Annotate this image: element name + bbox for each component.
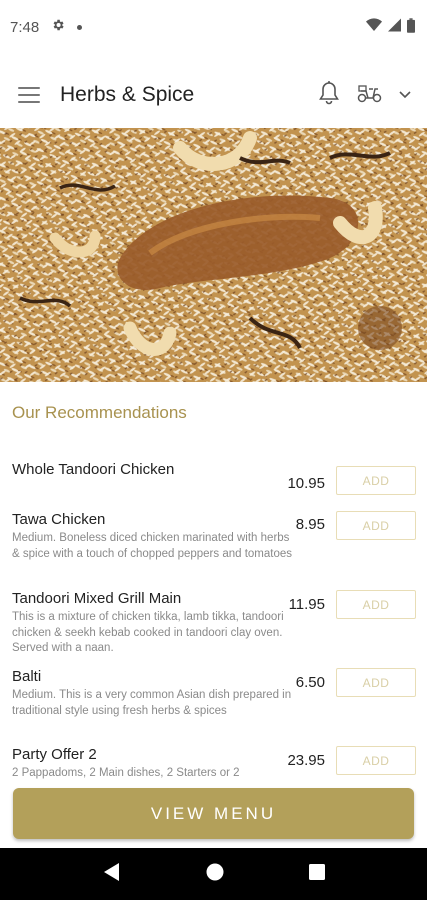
signal-icon — [388, 18, 401, 36]
item-name: Party Offer 2 — [12, 746, 97, 763]
wifi-icon — [366, 18, 382, 36]
delivery-scooter-icon[interactable] — [357, 82, 383, 109]
item-price: 10.95 — [287, 475, 325, 492]
item-description: Medium. This is a very common Asian dish… — [12, 689, 292, 717]
item-name: Whole Tandoori Chicken — [12, 461, 175, 478]
chevron-down-icon[interactable] — [399, 86, 411, 104]
item-price: 23.95 — [287, 752, 325, 769]
notification-dot-icon — [77, 24, 83, 30]
item-description: Medium. Boneless diced chicken marinated… — [12, 532, 293, 560]
system-nav-bar — [0, 848, 427, 900]
page-title: Herbs & Spice — [60, 83, 195, 106]
add-button[interactable]: ADD — [336, 466, 416, 495]
item-name: Tawa Chicken — [12, 511, 106, 528]
status-time: 7:48 — [10, 18, 40, 36]
app-bar-actions — [317, 80, 411, 111]
item-description: This is a mixture of chicken tikka, lamb… — [12, 611, 284, 654]
item-price: 6.50 — [295, 674, 325, 691]
status-left: 7:48 — [10, 18, 83, 36]
recents-icon[interactable] — [308, 863, 325, 885]
status-right — [366, 17, 415, 37]
view-menu-button[interactable]: VIEW MENU — [13, 788, 414, 839]
biryani-photo — [0, 128, 427, 382]
battery-icon — [407, 17, 415, 37]
add-button[interactable]: ADD — [336, 668, 416, 697]
add-button[interactable]: ADD — [336, 590, 416, 619]
hero-image — [0, 128, 427, 382]
add-button[interactable]: ADD — [336, 746, 416, 775]
item-description: 2 Pappadoms, 2 Main dishes, 2 Starters o… — [12, 767, 240, 779]
item-name: Balti — [12, 668, 42, 685]
home-icon[interactable] — [206, 863, 224, 886]
gear-icon — [51, 18, 65, 36]
app-bar: Herbs & Spice — [0, 62, 427, 128]
section-title: Our Recommendations — [12, 403, 187, 422]
back-icon[interactable] — [103, 862, 121, 887]
add-button[interactable]: ADD — [336, 511, 416, 540]
bell-icon[interactable] — [317, 80, 341, 111]
status-bar: 7:48 — [0, 0, 427, 54]
item-name: Tandoori Mixed Grill Main — [12, 590, 182, 607]
item-price: 11.95 — [288, 596, 325, 613]
item-price: 8.95 — [295, 516, 325, 533]
menu-icon[interactable] — [18, 87, 40, 103]
